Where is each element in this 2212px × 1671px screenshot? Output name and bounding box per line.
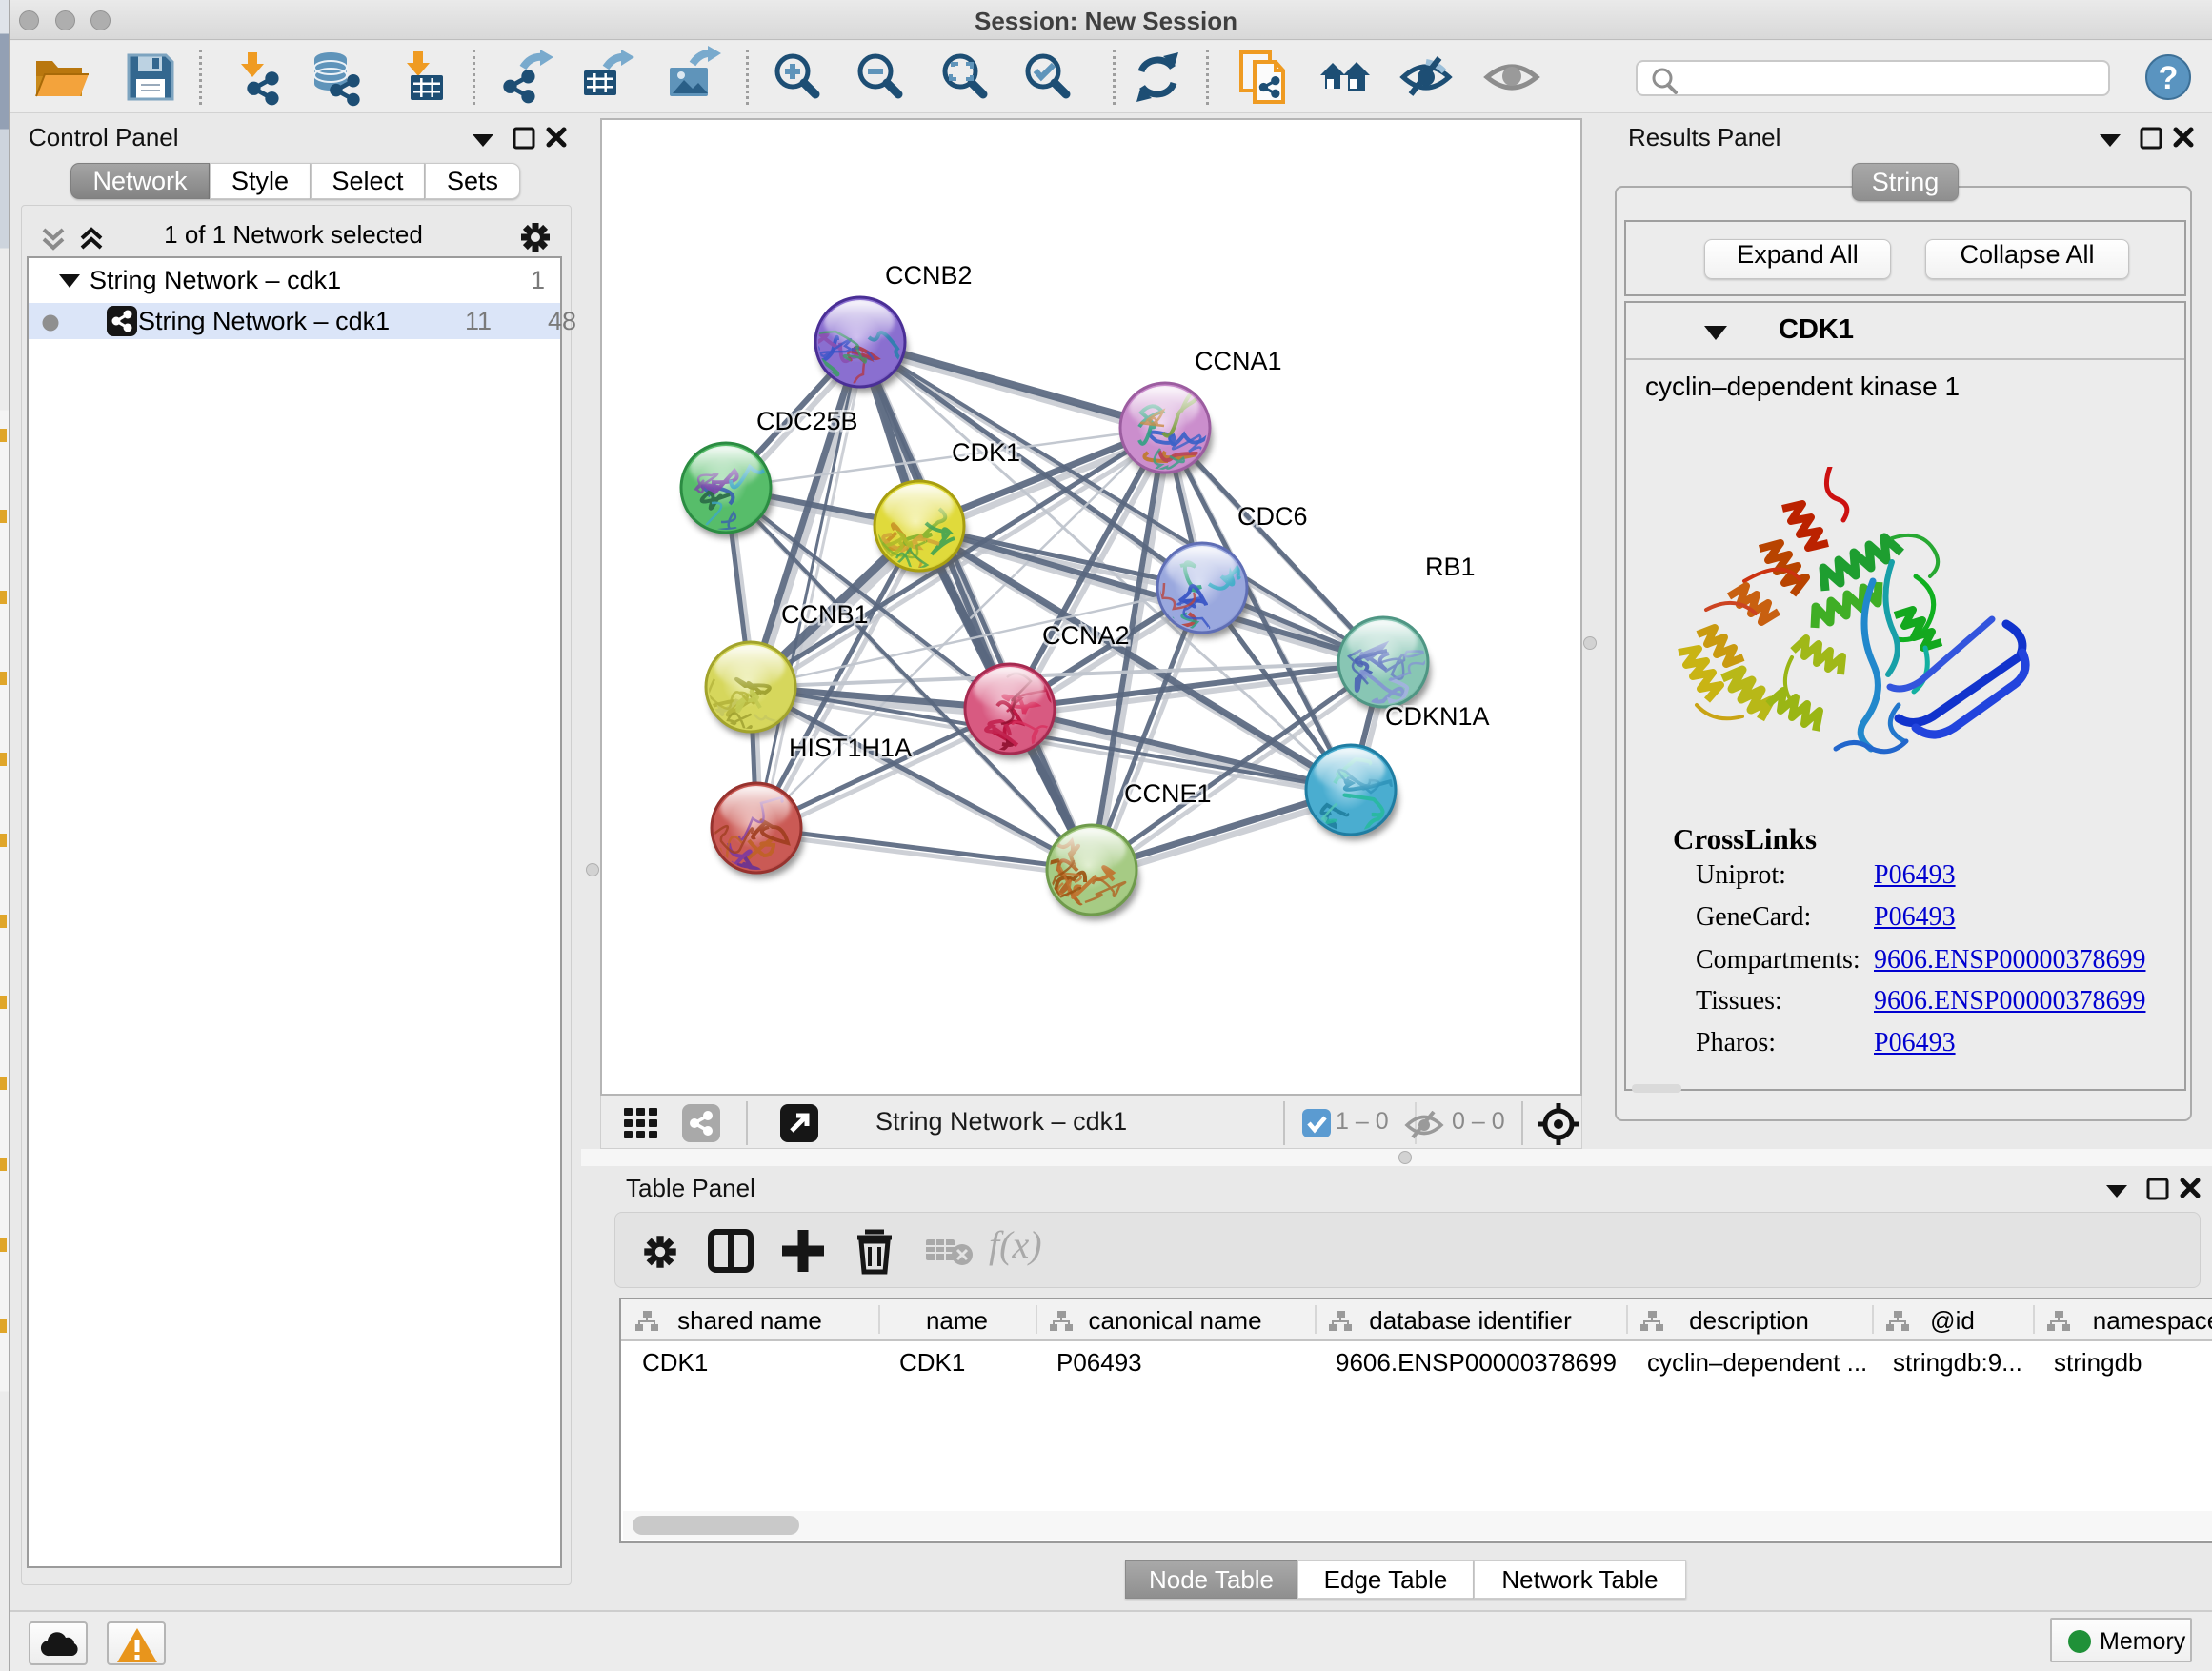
svg-text:CDKN1A: CDKN1A [1385,702,1490,731]
svg-text:CCNA2: CCNA2 [1042,621,1130,650]
svg-text:CCNE1: CCNE1 [1124,779,1212,808]
svg-text:HIST1H1A: HIST1H1A [789,734,912,762]
svg-text:CDK1: CDK1 [952,438,1020,467]
svg-text:CCNB2: CCNB2 [885,261,973,290]
svg-text:?: ? [2159,60,2179,96]
svg-text:RB1: RB1 [1425,553,1476,581]
svg-text:CCNA1: CCNA1 [1195,347,1282,375]
svg-text:CDC6: CDC6 [1237,502,1308,531]
svg-text:CDC25B: CDC25B [756,407,858,435]
svg-text:CCNB1: CCNB1 [781,600,869,629]
